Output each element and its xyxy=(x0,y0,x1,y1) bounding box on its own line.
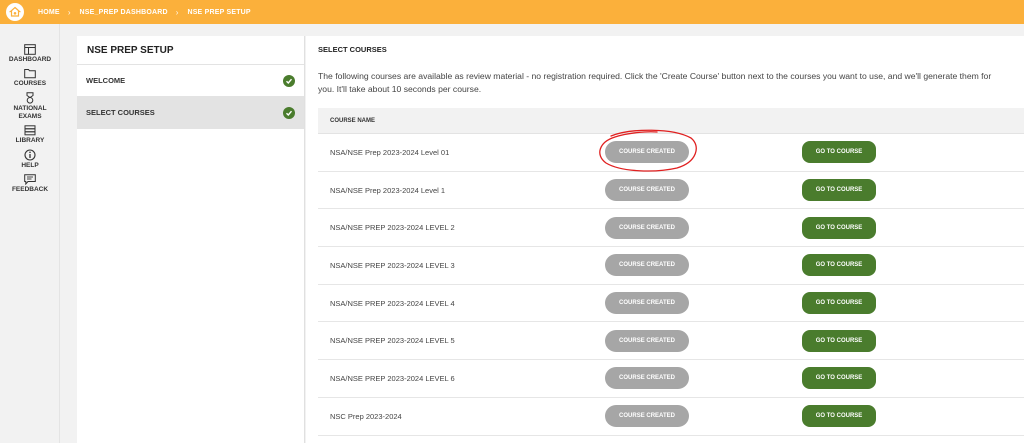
nav-label: HELP xyxy=(21,162,39,169)
course-created-button: COURSE CREATED xyxy=(605,405,689,428)
course-created-button: COURSE CREATED xyxy=(605,141,689,164)
course-name: NSA/NSE PREP 2023-2024 LEVEL 3 xyxy=(330,260,455,270)
go-to-course-button[interactable]: GO TO COURSE xyxy=(802,292,876,315)
go-to-course-button[interactable]: GO TO COURSE xyxy=(802,216,876,239)
go-to-course-button[interactable]: GO TO COURSE xyxy=(802,141,876,164)
nav-dashboard[interactable]: DASHBOARD xyxy=(0,44,60,64)
breadcrumb-separator: › xyxy=(67,7,71,17)
page-title: SELECT COURSES xyxy=(318,45,387,54)
column-header-course-name: COURSE NAME xyxy=(318,108,1024,134)
folder-icon xyxy=(24,69,36,79)
nav-library[interactable]: LIBRARY xyxy=(0,125,60,145)
table-row: NSA/NSE PREP 2023-2024 LEVEL 2 COURSE CR… xyxy=(318,209,1024,248)
home-logo-icon[interactable] xyxy=(6,3,24,21)
nav-label: NATIONAL EXAMS xyxy=(13,105,47,120)
breadcrumb-separator: › xyxy=(175,7,179,17)
course-name: NSA/NSE PREP 2023-2024 LEVEL 4 xyxy=(330,298,455,308)
nav-feedback[interactable]: FEEDBACK xyxy=(0,174,60,194)
go-to-course-button[interactable]: GO TO COURSE xyxy=(802,254,876,277)
table-row: NSC Prep 2023-2024 COURSE CREATED GO TO … xyxy=(318,398,1024,436)
course-name: NSA/NSE PREP 2023-2024 LEVEL 5 xyxy=(330,336,455,346)
library-icon xyxy=(24,125,36,136)
nav-label: COURSES xyxy=(13,80,47,87)
course-created-button: COURSE CREATED xyxy=(605,292,689,315)
check-icon xyxy=(283,106,295,119)
feedback-icon xyxy=(24,174,36,185)
course-created-button: COURSE CREATED xyxy=(605,179,689,202)
course-name: NSA/NSE PREP 2023-2024 LEVEL 2 xyxy=(330,223,455,233)
course-created-button: COURSE CREATED xyxy=(605,216,689,239)
setup-panel: NSE PREP SETUP WELCOME SELECT COURSES xyxy=(77,36,305,443)
go-to-course-button[interactable]: GO TO COURSE xyxy=(802,179,876,202)
table-row: NSA/NSE Prep 2023-2024 Level 01 COURSE C… xyxy=(318,134,1024,172)
main-content: SELECT COURSES The following courses are… xyxy=(306,36,1024,443)
course-name: NSA/NSE Prep 2023-2024 Level 1 xyxy=(330,185,446,195)
info-icon xyxy=(24,149,36,161)
go-to-course-button[interactable]: GO TO COURSE xyxy=(802,367,876,390)
step-label: SELECT COURSES xyxy=(86,108,155,117)
table-row: NSA/NSE PREP 2023-2024 LEVEL 6 COURSE CR… xyxy=(318,360,1024,398)
course-created-button: COURSE CREATED xyxy=(605,367,689,390)
course-created-button: COURSE CREATED xyxy=(605,254,689,277)
courses-table: COURSE NAME NSA/NSE Prep 2023-2024 Level… xyxy=(318,108,1024,436)
left-nav: DASHBOARD COURSES NATIONAL EXAMS LIBRARY… xyxy=(0,24,60,443)
dashboard-icon xyxy=(24,44,36,55)
breadcrumb-current: NSE PREP SETUP xyxy=(187,8,251,16)
go-to-course-button[interactable]: GO TO COURSE xyxy=(802,405,876,428)
nav-help[interactable]: HELP xyxy=(0,149,60,170)
top-bar: HOME › NSE_PREP DASHBOARD › NSE PREP SET… xyxy=(0,0,1024,24)
nav-label: DASHBOARD xyxy=(8,56,52,63)
nav-label: LIBRARY xyxy=(15,137,45,144)
table-row: NSA/NSE PREP 2023-2024 LEVEL 4 COURSE CR… xyxy=(318,285,1024,323)
step-label: WELCOME xyxy=(86,76,126,85)
table-row: NSA/NSE PREP 2023-2024 LEVEL 3 COURSE CR… xyxy=(318,247,1024,285)
breadcrumb-dashboard[interactable]: NSE_PREP DASHBOARD xyxy=(79,9,167,16)
table-row: NSA/NSE PREP 2023-2024 LEVEL 5 COURSE CR… xyxy=(318,322,1024,361)
course-created-button: COURSE CREATED xyxy=(605,329,689,352)
check-icon xyxy=(283,74,295,87)
step-welcome[interactable]: WELCOME xyxy=(77,65,304,97)
breadcrumb-home[interactable]: HOME xyxy=(38,9,60,16)
nav-courses[interactable]: COURSES xyxy=(0,68,60,88)
nav-national-exams[interactable]: NATIONAL EXAMS xyxy=(0,92,60,121)
setup-title: NSE PREP SETUP xyxy=(77,36,304,65)
step-select-courses[interactable]: SELECT COURSES xyxy=(77,97,304,129)
go-to-course-button[interactable]: GO TO COURSE xyxy=(802,329,876,352)
table-row: NSA/NSE Prep 2023-2024 Level 1 COURSE CR… xyxy=(318,172,1024,210)
medal-icon xyxy=(26,92,34,104)
course-name: NSA/NSE Prep 2023-2024 Level 01 xyxy=(330,147,450,157)
course-name: NSC Prep 2023-2024 xyxy=(330,411,402,421)
course-name: NSA/NSE PREP 2023-2024 LEVEL 6 xyxy=(330,373,455,383)
page-description: The following courses are available as r… xyxy=(318,71,992,94)
nav-label: FEEDBACK xyxy=(11,186,49,193)
